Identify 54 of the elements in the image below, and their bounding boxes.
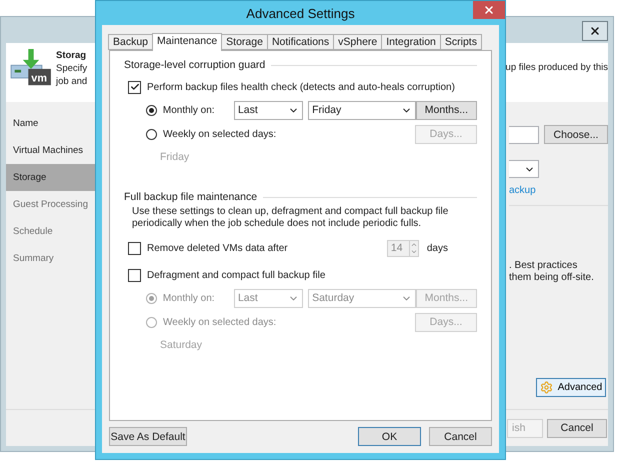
week-dropdown[interactable]: Last [234, 100, 304, 120]
ok-button[interactable]: OK [358, 427, 421, 446]
checkbox[interactable] [128, 242, 141, 254]
nav-item[interactable]: Virtual Machines [6, 137, 96, 164]
tab[interactable]: vSphere [333, 34, 382, 50]
up-icon [410, 240, 418, 248]
unit-label: days [426, 242, 448, 254]
step-title: Storag [56, 49, 86, 62]
nav-item[interactable]: Storage [6, 164, 96, 191]
step-description: up files produced by this [506, 62, 608, 74]
selected-days-text: Friday [160, 151, 190, 163]
radio-button[interactable] [146, 128, 157, 140]
radio-label: Weekly on selected days: [163, 128, 276, 140]
radio-button[interactable] [146, 104, 157, 116]
gear-icon [540, 381, 553, 394]
tab[interactable]: Scripts [440, 34, 482, 50]
choose-button[interactable]: Choose... [544, 125, 608, 144]
group-title: Full backup file maintenance [124, 191, 258, 203]
checkbox[interactable] [128, 268, 141, 282]
months-button[interactable]: Months... [416, 100, 477, 120]
save-default-button[interactable]: Save As Default [109, 427, 187, 446]
tab[interactable]: Backup [108, 34, 154, 50]
day-dropdown[interactable]: Friday [308, 100, 416, 120]
advanced-button[interactable]: Advanced [536, 378, 606, 397]
description-text: Use these settings to clean up, defragment and compact full backup file periodically when the job schedule does not include periodic fulls. [132, 206, 450, 230]
checkbox-label: Perform backup files health check (detects and auto-heals corruption) [147, 82, 455, 92]
note-text: . Best practices [509, 260, 578, 272]
checkbox[interactable] [128, 80, 141, 94]
down-icon [410, 248, 418, 256]
tab[interactable]: Maintenance [152, 33, 222, 51]
close-icon [589, 25, 601, 37]
step-description: job and [56, 75, 88, 88]
tab[interactable]: Storage [221, 34, 268, 50]
radio-label: Monthly on: [162, 292, 216, 304]
checkbox-label: Defragment and compact full backup file [147, 270, 326, 280]
radio-label: Monthly on: [162, 104, 216, 116]
vm-logo: vm [10, 49, 52, 87]
tab[interactable]: Integration [381, 34, 441, 50]
group-title: Storage-level corruption guard [124, 59, 266, 71]
radio-button[interactable] [146, 292, 157, 304]
selected-days-text: Saturday [160, 339, 202, 351]
radio-button[interactable] [146, 316, 157, 328]
tab[interactable]: Notifications [266, 34, 334, 50]
close-icon [483, 4, 495, 16]
cancel-button[interactable]: Cancel [429, 427, 492, 446]
close-button[interactable] [582, 21, 608, 41]
footer-button[interactable]: Cancel [547, 418, 607, 438]
text-field[interactable] [509, 126, 539, 144]
nav-item[interactable]: Name [6, 110, 96, 137]
checkbox-label: Remove deleted VMs data after [147, 242, 288, 254]
dialog-title: Advanced Settings [245, 6, 356, 20]
radio-label: Weekly on selected days: [163, 316, 276, 328]
step-description: Specify [56, 62, 88, 75]
note-text: them being off-site. [509, 272, 594, 284]
